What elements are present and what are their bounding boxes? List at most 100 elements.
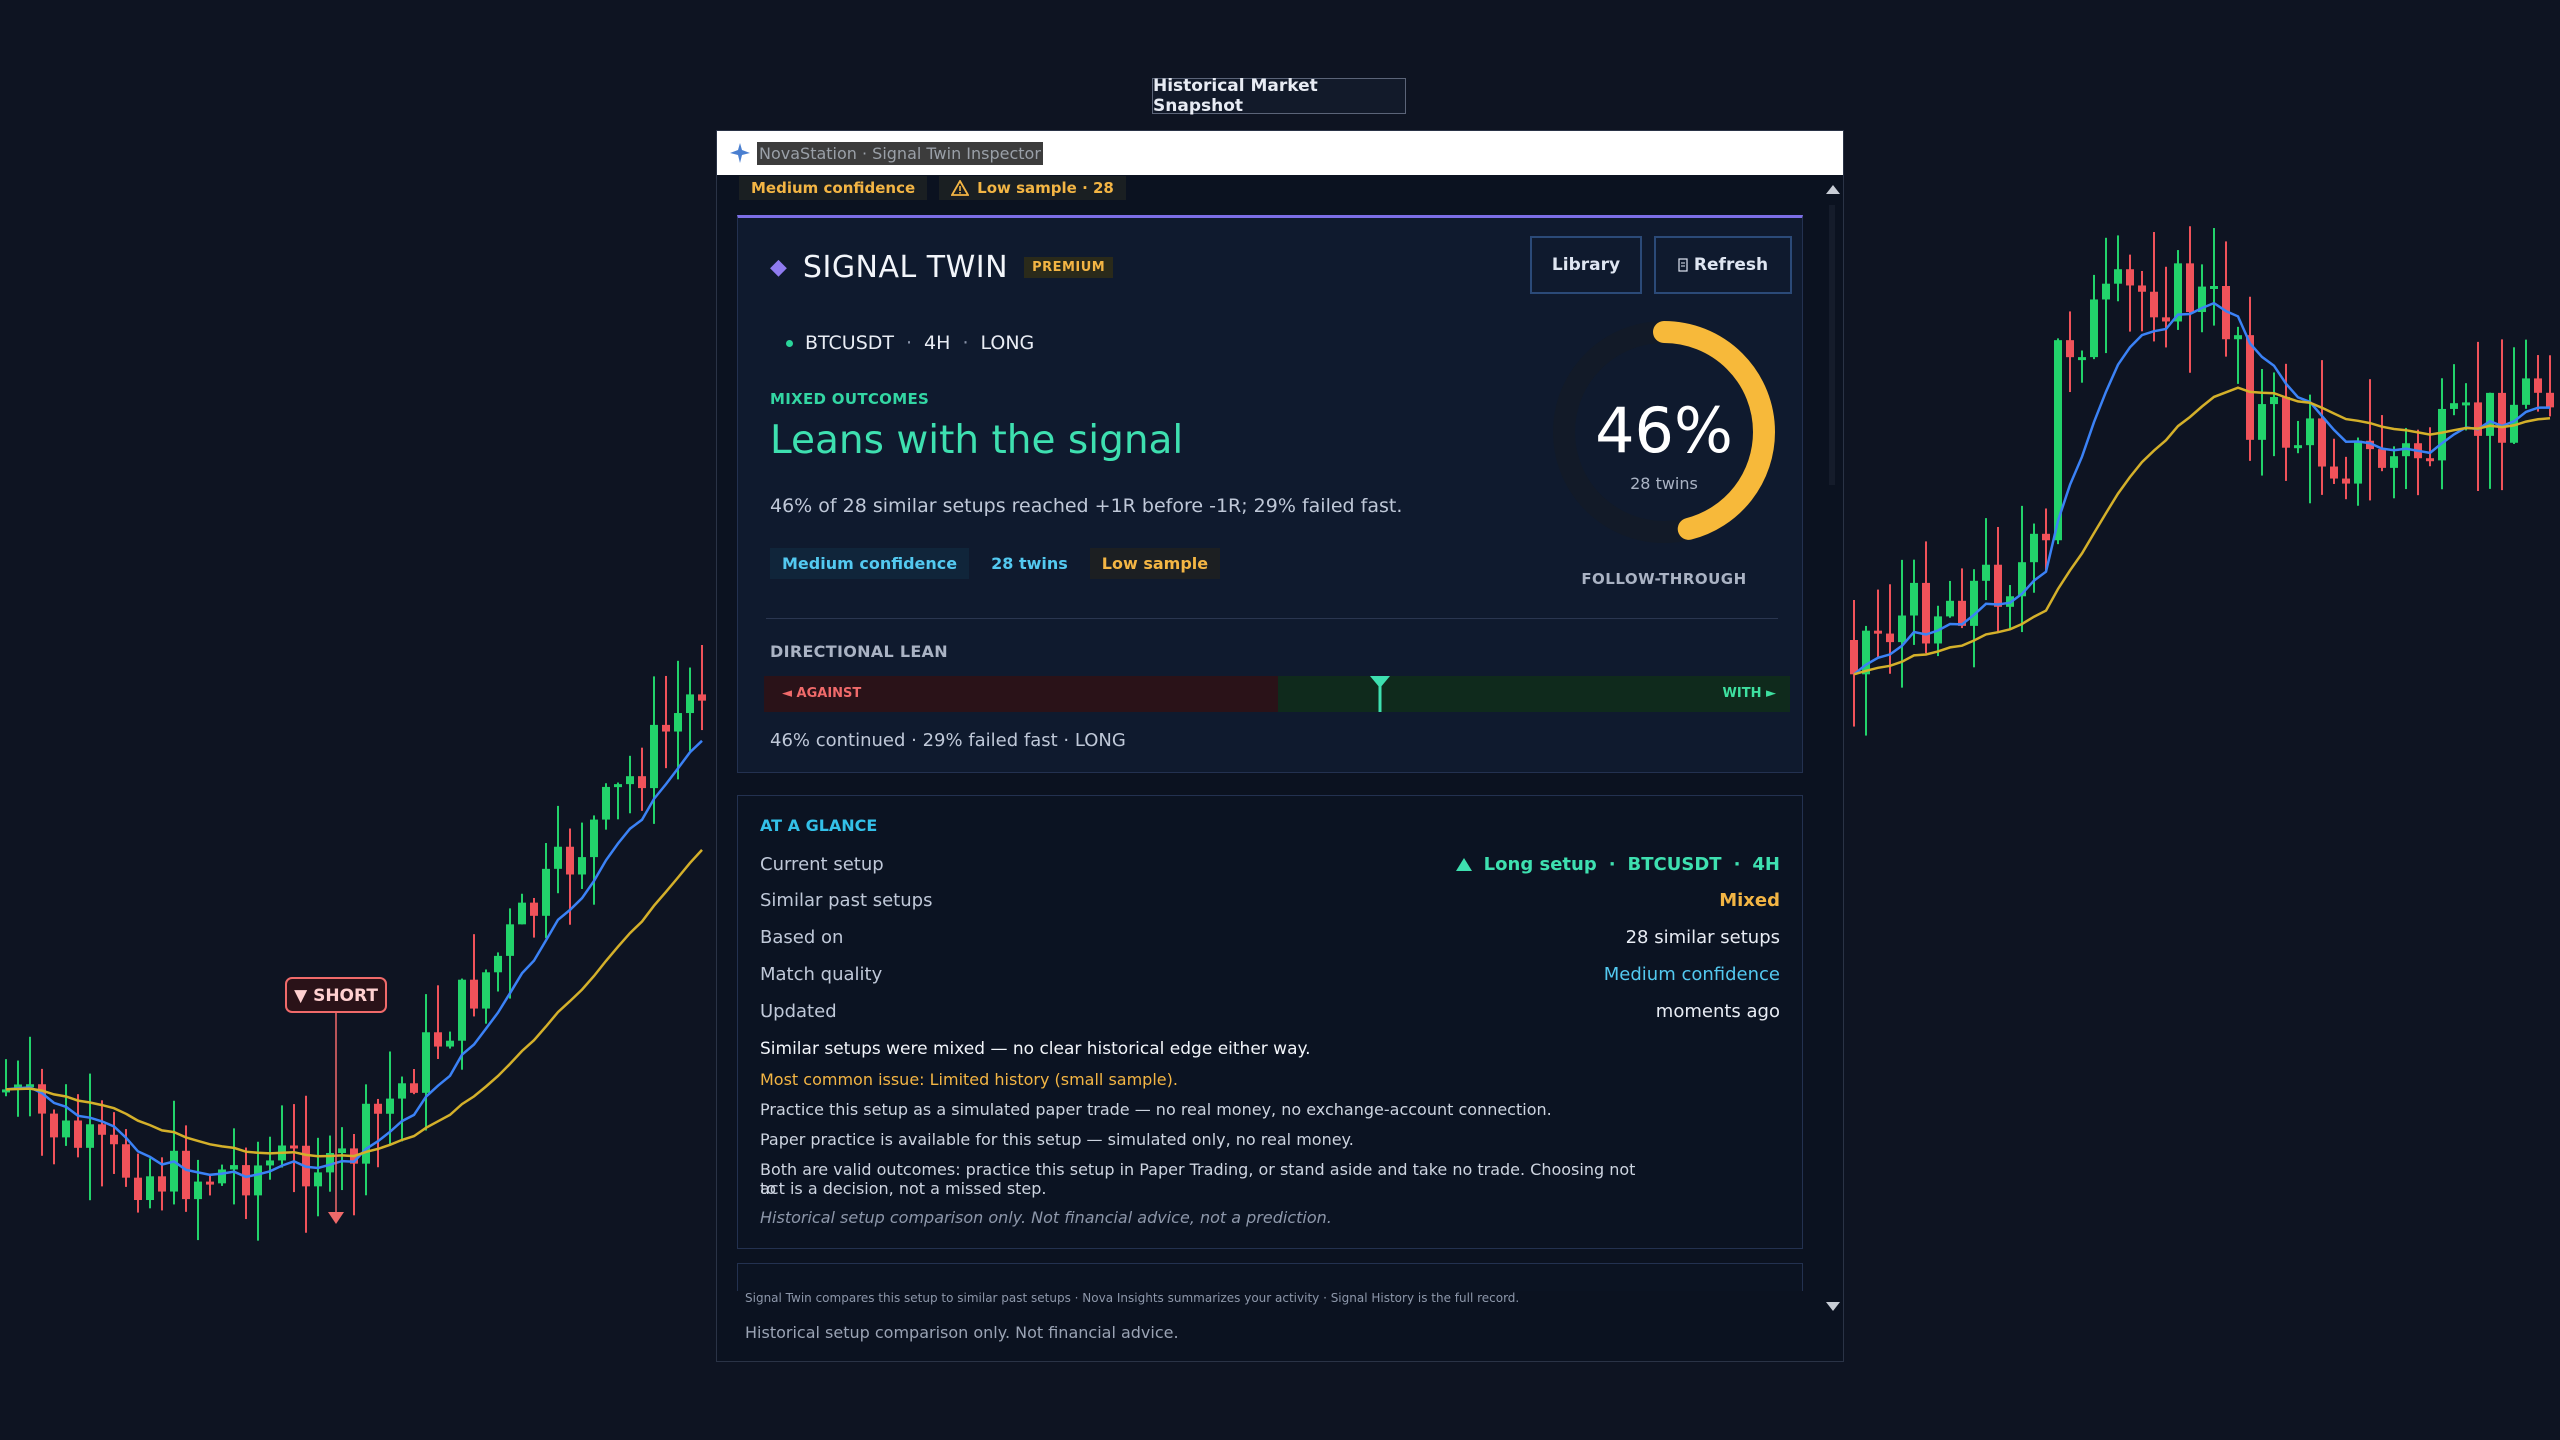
candle-body	[1886, 633, 1894, 643]
candle-body	[674, 713, 682, 732]
candle-body	[2450, 403, 2458, 409]
candle-body	[2150, 291, 2158, 318]
setup-timeframe: 4H	[1752, 854, 1780, 875]
candle-body	[2534, 378, 2542, 393]
row-updated: Updated moments ago	[760, 1001, 1780, 1022]
short-arrow-icon	[328, 1212, 344, 1224]
directional-lean-bar: ◄ AGAINST WITH ►	[764, 676, 1790, 712]
candle-body	[2546, 392, 2554, 408]
candle-body	[494, 955, 502, 973]
candle-body	[2126, 269, 2134, 286]
separator: ·	[1608, 854, 1616, 875]
candle-body	[1982, 564, 1990, 581]
row-label: Updated	[760, 1001, 837, 1022]
row-label: Based on	[760, 927, 844, 948]
candle-body	[2306, 418, 2314, 446]
candle-body	[1994, 564, 2002, 607]
window-title: NovaStation · Signal Twin Inspector	[757, 141, 1043, 165]
candle-body	[2294, 445, 2302, 449]
candle-body	[2426, 458, 2434, 462]
candle-body	[2318, 418, 2326, 467]
twins-chip: 28 twins	[979, 548, 1080, 579]
practice-note: Practice this setup as a simulated paper…	[760, 1100, 1552, 1119]
low-sample-badge: Low sample · 28	[939, 176, 1126, 200]
ema-fast-line-left	[5, 739, 703, 1179]
glance-heading: AT A GLANCE	[760, 816, 878, 835]
refresh-button[interactable]: Refresh	[1654, 236, 1792, 294]
candle-body	[338, 1148, 346, 1154]
candle-body	[446, 1040, 454, 1047]
candle-body	[2114, 269, 2122, 284]
candle-body	[2174, 263, 2182, 322]
candle-body	[614, 784, 622, 788]
historical-snapshot-label: Historical Market Snapshot	[1152, 76, 1406, 116]
paper-note: Paper practice is available for this set…	[760, 1130, 1354, 1149]
scroll-down-arrow-icon[interactable]	[1826, 1302, 1840, 1311]
lean-footer: 46% continued · 29% failed fast · LONG	[770, 730, 1126, 751]
card-title: SIGNAL TWIN	[802, 250, 1009, 285]
mixed-statement: Similar setups were mixed — no clear his…	[760, 1039, 1311, 1059]
candle-body	[194, 1181, 202, 1200]
directional-lean-heading: DIRECTIONAL LEAN	[770, 642, 948, 661]
candle-body	[2498, 392, 2506, 443]
window-titlebar[interactable]: NovaStation · Signal Twin Inspector	[717, 131, 1843, 175]
disclaimer-italic: Historical setup comparison only. Not fi…	[760, 1208, 1332, 1227]
follow-through-caption: FOLLOW-THROUGH	[1581, 570, 1747, 588]
row-match-quality: Match quality Medium confidence	[760, 964, 1780, 985]
candle-body	[134, 1177, 142, 1201]
candle-body	[506, 924, 514, 956]
candle-body	[2186, 263, 2194, 313]
candle-body	[266, 1160, 274, 1166]
candle-body	[2270, 397, 2278, 405]
short-badge-label: ▼ SHORT	[294, 986, 378, 1006]
candle-body	[62, 1120, 70, 1138]
setup-type: Long setup	[1483, 854, 1597, 875]
lean-marker-icon	[1369, 676, 1390, 712]
candle-body	[2066, 340, 2074, 358]
candle-body	[110, 1134, 118, 1145]
candle-body	[554, 846, 562, 869]
direction: LONG	[980, 332, 1035, 354]
candle-body	[434, 1032, 442, 1047]
scrollbar-thumb[interactable]	[1829, 205, 1835, 485]
signal-twin-card: ◆ SIGNAL TWIN PREMIUM Library Refresh BT…	[737, 215, 1803, 773]
candle-body	[146, 1176, 154, 1201]
lean-headline: Leans with the signal	[770, 418, 1184, 463]
candle-body	[1874, 630, 1882, 634]
footer-info: Signal Twin compares this setup to simil…	[745, 1291, 1520, 1305]
refresh-button-label: Refresh	[1693, 255, 1769, 275]
low-sample-chip: Low sample	[1089, 548, 1221, 579]
scroll-up-arrow-icon[interactable]	[1826, 185, 1840, 194]
candle-body	[590, 819, 598, 858]
candle-body	[2474, 402, 2482, 436]
confidence-badge: Medium confidence	[739, 176, 928, 200]
candle-body	[98, 1124, 106, 1135]
status-dot-icon	[786, 339, 793, 347]
candle-body	[530, 902, 538, 916]
ema-slow-line-right	[1853, 386, 2551, 676]
library-button[interactable]: Library	[1530, 236, 1642, 294]
candle-body	[410, 1083, 418, 1093]
setup-symbol: BTCUSDT	[1627, 854, 1722, 875]
candle-body	[1970, 580, 1978, 626]
card-header: ◆ SIGNAL TWIN PREMIUM	[770, 250, 1114, 285]
candle-body	[374, 1103, 382, 1114]
candle-body	[182, 1150, 190, 1200]
candle-body	[290, 1145, 298, 1149]
vertical-scrollbar[interactable]	[1821, 175, 1843, 1315]
candle-body	[2390, 456, 2398, 468]
candle-body	[2438, 408, 2446, 461]
section-divider	[766, 618, 1778, 619]
symbol: BTCUSDT	[805, 332, 894, 354]
separator: ·	[906, 332, 913, 354]
candle-body	[470, 979, 478, 1009]
candle-body	[1850, 640, 1858, 675]
diamond-icon: ◆	[770, 255, 787, 280]
candle-body	[2342, 478, 2350, 484]
outcome-tag: MIXED OUTCOMES	[770, 390, 930, 408]
current-setup-value: Long setup · BTCUSDT · 4H	[1455, 854, 1780, 875]
candle-body	[2138, 285, 2146, 292]
candle-body	[650, 724, 658, 789]
row-current-setup: Current setup Long setup · BTCUSDT · 4H	[760, 854, 1780, 875]
candle-body	[566, 846, 574, 875]
